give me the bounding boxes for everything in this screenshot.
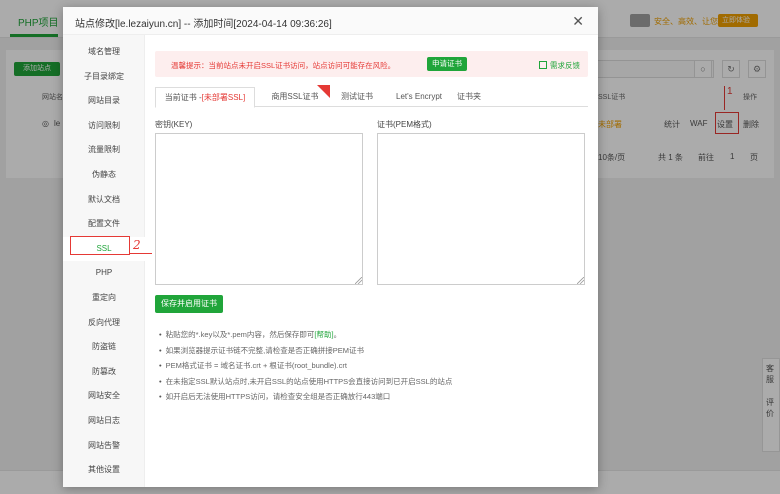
ssl-warning-alert: 温馨提示：当前站点未开启SSL证书访问，站点访问可能存在风险。 申请证书 需求反… (155, 51, 588, 77)
sidebar-item[interactable]: 流量限制 (63, 138, 145, 163)
tab-commercial-ssl-label: 商用SSL证书 (271, 92, 319, 101)
dialog-sidebar: 域名管理 子目录绑定 网站目录 访问限制 流量限制 伪静态 默认文档 配置文件 SSL PHP 重定… (63, 35, 145, 487)
sidebar-item[interactable]: 子目录绑定 (63, 65, 145, 90)
site-edit-dialog: 站点修改[le.lezaiyun.cn] -- 添加时间[2024-04-14 … (63, 7, 598, 487)
annotation-2: 2 (133, 238, 141, 252)
sidebar-item[interactable]: 重定向 (63, 286, 145, 311)
tip-item: PEM格式证书 = 域名证书.crt + 根证书(root_bundle).cr… (159, 358, 452, 374)
tab-test-cert[interactable]: 测试证书 (327, 87, 387, 108)
sidebar-item[interactable]: 防篡改 (63, 360, 145, 385)
tab-current-cert-status: [未部署SSL] (201, 93, 246, 102)
dialog-header: 站点修改[le.lezaiyun.cn] -- 添加时间[2024-04-14 … (63, 7, 598, 35)
feedback-link[interactable]: 需求反馈 (539, 60, 580, 71)
sidebar-item[interactable]: 网站目录 (63, 89, 145, 114)
tip-suffix: 。 (333, 330, 342, 339)
edit-icon (539, 61, 547, 69)
sidebar-item[interactable]: 默认文档 (63, 188, 145, 213)
sidebar-item[interactable]: 反向代理 (63, 311, 145, 336)
key-label: 密钥(KEY) (155, 120, 193, 129)
sidebar-item[interactable]: 域名管理 (63, 40, 145, 65)
ssl-tips-list: 粘贴您的*.key以及*.pem内容，然后保存即可[帮助]。 如果浏览器提示证书… (159, 327, 453, 405)
tip-text: 粘贴您的*.key以及*.pem内容，然后保存即可 (165, 330, 315, 339)
save-enable-cert-button[interactable]: 保存并启用证书 (155, 295, 223, 313)
tab-current-cert[interactable]: 当前证书 -[未部署SSL] (155, 87, 255, 108)
resize-grip-icon[interactable] (576, 276, 585, 285)
sidebar-item[interactable]: 访问限制 (63, 114, 145, 139)
key-textarea[interactable] (155, 133, 363, 285)
sidebar-item[interactable]: 网站安全 (63, 384, 145, 409)
alert-text: 温馨提示：当前站点未开启SSL证书访问，站点访问可能存在风险。 (171, 61, 396, 70)
help-link[interactable]: [帮助] (314, 330, 333, 339)
annotation-2-line (130, 253, 152, 254)
sidebar-item[interactable]: PHP (63, 261, 145, 286)
tab-cert-folder[interactable]: 证书夹 (449, 87, 489, 108)
tip-item: 如果浏览器提示证书链不完整,请检查是否正确拼接PEM证书 (159, 343, 452, 359)
cert-label: 证书(PEM格式) (377, 120, 432, 129)
feedback-label: 需求反馈 (550, 61, 580, 70)
sidebar-item[interactable]: 伪静态 (63, 163, 145, 188)
ssl-highlight-box (70, 236, 130, 255)
ssl-tabs: 当前证书 -[未部署SSL] 商用SSL证书 测试证书 Let's Encryp… (155, 85, 588, 108)
sidebar-item[interactable]: 网站告警 (63, 434, 145, 459)
tab-current-cert-label: 当前证书 - (164, 93, 202, 102)
dialog-title: 站点修改[le.lezaiyun.cn] -- 添加时间[2024-04-14 … (75, 19, 332, 30)
sidebar-item[interactable]: 防盗链 (63, 335, 145, 360)
apply-cert-button[interactable]: 申请证书 (427, 57, 467, 71)
sidebar-item[interactable]: 其他设置 (63, 458, 145, 483)
sidebar-item[interactable]: 网站日志 (63, 409, 145, 434)
cert-textarea[interactable] (377, 133, 585, 285)
sidebar-item[interactable]: 配置文件 (63, 212, 145, 237)
tip-item: 如开启后无法使用HTTPS访问，请检查安全组是否正确放行443端口 (159, 389, 452, 405)
resize-grip-icon[interactable] (354, 276, 363, 285)
tip-item: 在未指定SSL默认站点时,未开启SSL的站点使用HTTPS会直接访问到已开启SS… (159, 374, 453, 390)
tip-item: 粘贴您的*.key以及*.pem内容，然后保存即可[帮助]。 (159, 327, 452, 343)
close-icon[interactable]: ✕ (572, 13, 584, 30)
ssl-content: 温馨提示：当前站点未开启SSL证书访问，站点访问可能存在风险。 申请证书 需求反… (145, 35, 598, 487)
tab-lets-encrypt[interactable]: Let's Encrypt (381, 87, 457, 108)
